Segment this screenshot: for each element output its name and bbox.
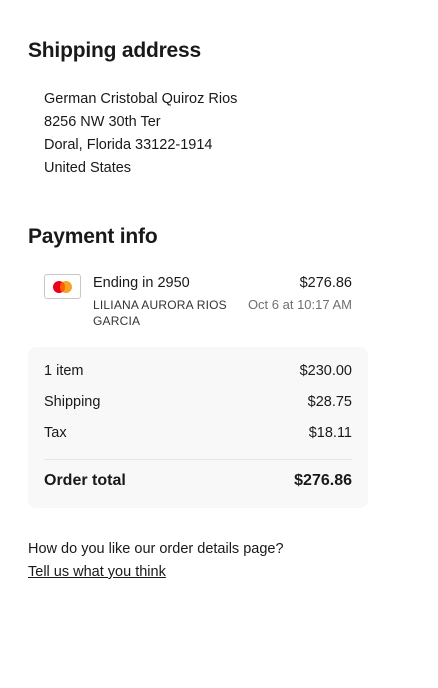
summary-label: Tax [44, 425, 67, 441]
summary-value: $18.11 [308, 425, 352, 441]
shipping-address-heading: Shipping address [28, 39, 201, 62]
summary-row-items: 1 item $230.00 [44, 363, 352, 379]
address-name: German Cristobal Quiroz Rios [44, 91, 238, 107]
address-country: United States [44, 160, 132, 176]
summary-label: Shipping [44, 394, 101, 410]
address-street: 8256 NW 30th Ter [44, 114, 161, 130]
payment-info-heading: Payment info [28, 225, 158, 248]
address-city-state-zip: Doral, Florida 33122-1914 [44, 137, 213, 153]
card-holder-name: LILIANA AURORA RIOS GARCIA [93, 298, 227, 328]
feedback-question: How do you like our order details page? [28, 541, 284, 557]
payment-datetime: Oct 6 at 10:17 AM [247, 297, 352, 312]
shipping-address-block: German Cristobal Quiroz Rios 8256 NW 30t… [44, 88, 237, 180]
order-total-value: $276.86 [294, 472, 352, 489]
order-summary-card: 1 item $230.00 Shipping $28.75 Tax $18.1… [28, 347, 368, 508]
order-total-label: Order total [44, 472, 126, 489]
feedback-link[interactable]: Tell us what you think [28, 564, 166, 580]
summary-value: $28.75 [307, 394, 352, 410]
summary-divider [44, 459, 352, 460]
summary-row-shipping: Shipping $28.75 [44, 394, 352, 410]
order-total-row: Order total $276.86 [44, 472, 352, 490]
card-ending-text: Ending in 2950 [93, 275, 190, 291]
summary-row-tax: Tax $18.11 [44, 425, 352, 441]
payment-method-row: Ending in 2950 LILIANA AURORA RIOS GARCI… [44, 274, 352, 334]
summary-label: 1 item [44, 363, 84, 379]
payment-amount: $276.86 [299, 275, 352, 291]
mastercard-icon [44, 274, 81, 299]
summary-value: $230.00 [299, 363, 352, 379]
